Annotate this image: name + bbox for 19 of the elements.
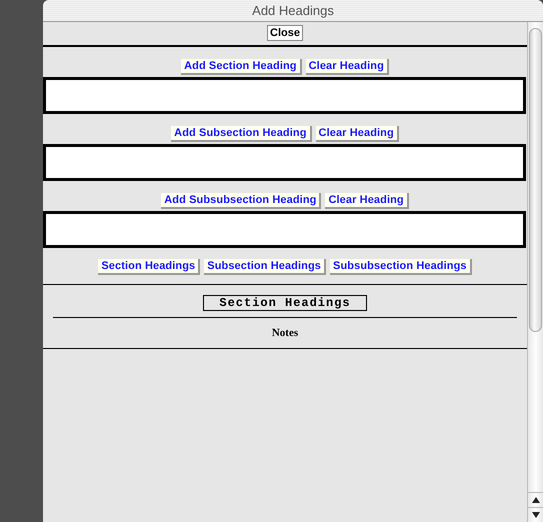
heading-text-box[interactable]: [43, 77, 526, 114]
view-headings-button[interactable]: Subsubsection Headings: [330, 259, 472, 275]
current-view-title: Section Headings: [203, 295, 367, 311]
heading-text-box[interactable]: [43, 144, 526, 181]
add-heading-button[interactable]: Add Section Heading: [181, 59, 302, 75]
scroll-up-icon[interactable]: [532, 497, 540, 503]
clear-heading-button[interactable]: Clear Heading: [316, 126, 399, 142]
clear-heading-button[interactable]: Clear Heading: [325, 193, 409, 209]
add-heading-button[interactable]: Add Subsection Heading: [171, 126, 312, 142]
add-heading-button[interactable]: Add Subsubsection Heading: [161, 193, 322, 209]
heading-text-box[interactable]: [43, 211, 526, 248]
scrollbar-thumb[interactable]: [529, 28, 542, 332]
view-headings-button[interactable]: Subsection Headings: [204, 259, 326, 275]
notes-label: Notes: [272, 327, 298, 339]
view-headings-button[interactable]: Section Headings: [98, 259, 200, 275]
scroll-down-icon[interactable]: [532, 512, 540, 518]
clear-heading-button[interactable]: Clear Heading: [306, 59, 389, 75]
close-button[interactable]: Close: [267, 25, 303, 41]
window-title: Add Headings: [252, 3, 334, 18]
